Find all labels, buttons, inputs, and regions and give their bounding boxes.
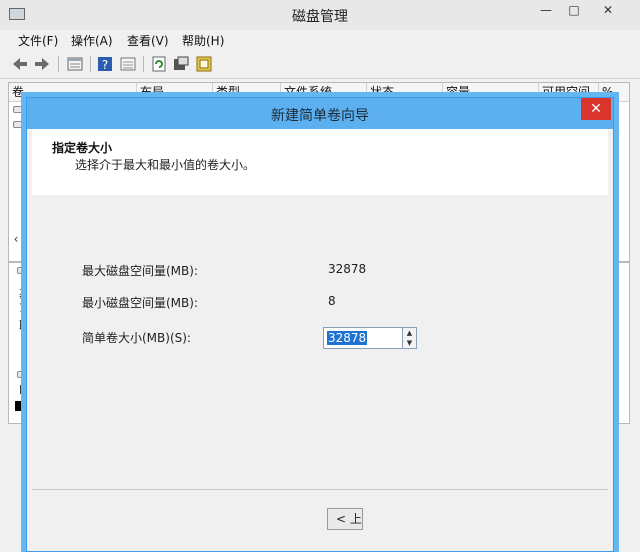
volume-size-value[interactable]: 32878 [327, 331, 368, 345]
list-view-icon[interactable] [119, 55, 137, 73]
svg-text:?: ? [102, 58, 108, 72]
menu-view[interactable]: 查看(V) [127, 32, 169, 49]
help-icon[interactable]: ? [96, 55, 114, 73]
menu-file[interactable]: 文件(F) [18, 32, 58, 49]
menu-bar: 文件(F) 操作(A) 查看(V) 帮助(H) [0, 30, 640, 50]
new-simple-volume-wizard: 新建简单卷向导 ✕ 指定卷大小 选择介于最大和最小值的卷大小。 最大磁盘空间量(… [26, 97, 614, 552]
max-space-value: 32878 [328, 262, 367, 276]
scroll-left-arrow[interactable]: ‹ [8, 232, 24, 250]
wizard-header: 指定卷大小 选择介于最大和最小值的卷大小。 [32, 129, 608, 196]
wizard-titlebar: 新建简单卷向导 ✕ [27, 98, 613, 129]
properties-icon[interactable] [66, 55, 84, 73]
minimize-button[interactable]: — [534, 2, 558, 20]
spin-up-arrow-icon[interactable]: ▲ [403, 328, 416, 338]
menu-action[interactable]: 操作(A) [71, 32, 113, 49]
max-space-label: 最大磁盘空间量(MB): [82, 264, 198, 278]
settings-icon[interactable] [172, 55, 190, 73]
wizard-heading: 指定卷大小 [52, 141, 113, 155]
main-titlebar: 磁盘管理 — □ ✕ [0, 0, 640, 31]
wizard-footer-divider [32, 489, 608, 490]
toolbar-divider [143, 56, 144, 72]
back-arrow-icon[interactable] [11, 55, 29, 73]
min-space-label: 最小磁盘空间量(MB): [82, 296, 198, 310]
close-button[interactable]: ✕ [596, 2, 620, 20]
volume-drive-icon [13, 121, 25, 128]
min-space-value: 8 [328, 294, 336, 308]
wizard-icon[interactable] [195, 55, 213, 73]
wizard-title: 新建简单卷向导 [271, 108, 369, 124]
maximize-button[interactable]: □ [562, 2, 586, 20]
volume-size-input[interactable]: 32878 [323, 327, 403, 349]
spin-down-arrow-icon[interactable]: ▼ [403, 338, 416, 348]
back-button[interactable]: < 上 [327, 508, 363, 530]
refresh-icon[interactable] [150, 55, 168, 73]
wizard-subheading: 选择介于最大和最小值的卷大小。 [75, 158, 256, 172]
volume-size-spinner: ▲ ▼ [403, 327, 417, 349]
toolbar-divider [58, 56, 59, 72]
toolbar-divider [90, 56, 91, 72]
toolbar: ? [0, 50, 640, 79]
menu-help[interactable]: 帮助(H) [182, 32, 224, 49]
volume-drive-icon [13, 106, 25, 113]
volume-size-label: 简单卷大小(MB)(S): [82, 331, 191, 345]
forward-arrow-icon[interactable] [33, 55, 51, 73]
wizard-close-button[interactable]: ✕ [581, 98, 611, 120]
